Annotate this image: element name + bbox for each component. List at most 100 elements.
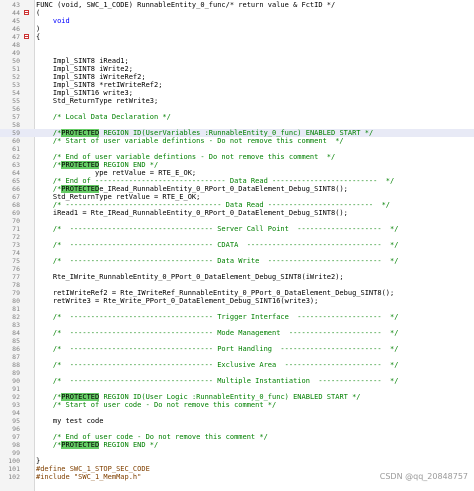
code-line[interactable]: 67 Std_ReturnType retValue = RTE_E_OK; <box>0 193 474 201</box>
line-number: 100 <box>8 457 20 465</box>
code-line[interactable]: 74 <box>0 249 474 257</box>
line-number: 85 <box>12 337 20 345</box>
code-fragment: e_IRead_RunnableEntity_0_RPort_0_DataEle… <box>99 185 348 193</box>
code-line[interactable]: 56 <box>0 105 474 113</box>
line-number: 86 <box>12 345 20 353</box>
code-line[interactable]: 84 /* ----------------------------------… <box>0 329 474 337</box>
fold-toggle-icon[interactable] <box>24 34 29 39</box>
line-number: 76 <box>12 265 20 273</box>
code-line[interactable]: 47 { <box>0 33 474 41</box>
code-line[interactable]: 83 <box>0 321 474 329</box>
code-text: /* End of ------------------------------… <box>36 177 395 185</box>
line-number: 84 <box>12 329 20 337</box>
code-line[interactable]: 50 Impl_SINT8 iRead1; <box>0 57 474 65</box>
code-text: /* Start of user variable defintions - D… <box>36 137 344 145</box>
line-number: 91 <box>12 385 20 393</box>
code-line[interactable]: 58 <box>0 121 474 129</box>
code-line[interactable]: 63 /*PROTECTED REGION END */ <box>0 161 474 169</box>
fold-toggle-icon[interactable] <box>24 10 29 15</box>
line-number: 43 <box>12 1 20 9</box>
line-number: 79 <box>12 289 20 297</box>
code-line[interactable]: 64 ype retValue = RTE_E_OK; <box>0 169 474 177</box>
code-line[interactable]: 61 <box>0 145 474 153</box>
line-number: 83 <box>12 321 20 329</box>
code-line[interactable]: 100} <box>0 457 474 465</box>
code-line[interactable]: 55 Std_ReturnType retWrite3; <box>0 97 474 105</box>
code-line[interactable]: 81 <box>0 305 474 313</box>
code-line[interactable]: 71 /* ----------------------------------… <box>0 225 474 233</box>
line-number: 95 <box>12 417 20 425</box>
line-number: 88 <box>12 361 20 369</box>
line-number: 92 <box>12 393 20 401</box>
code-line[interactable]: 51 Impl_SINT8 iWrite2; <box>0 65 474 73</box>
code-line[interactable]: 59 /*PROTECTED REGION ID(UserVariables :… <box>0 129 474 137</box>
code-line[interactable]: 85 <box>0 337 474 345</box>
code-line[interactable]: 95 my test code <box>0 417 474 425</box>
code-line[interactable]: 99 <box>0 449 474 457</box>
code-line[interactable]: 54 Impl_SINT16 write3; <box>0 89 474 97</box>
comment-text: /* <box>36 129 62 137</box>
code-line[interactable]: 60 /* Start of user variable defintions … <box>0 137 474 145</box>
code-text: retIWriteRef2 = Rte_IWriteRef_RunnableEn… <box>36 289 395 297</box>
code-line[interactable]: 45 void <box>0 17 474 25</box>
code-text: #define SWC_1_STOP_SEC_CODE <box>36 465 150 473</box>
line-number: 82 <box>12 313 20 321</box>
line-number: 72 <box>12 233 20 241</box>
code-line[interactable]: 80 retWrite3 = Rte_Write_PPort_0_DataEle… <box>0 297 474 305</box>
code-line[interactable]: 90 /* ----------------------------------… <box>0 377 474 385</box>
code-line[interactable]: 48 <box>0 41 474 49</box>
line-number: 47 <box>12 33 20 41</box>
code-line[interactable]: 92 /*PROTECTED REGION ID(User Logic :Run… <box>0 393 474 401</box>
line-number: 89 <box>12 369 20 377</box>
code-text: Std_ReturnType retWrite3; <box>36 97 159 105</box>
code-line[interactable]: 72 <box>0 233 474 241</box>
code-text: /* Start of user code - Do not remove th… <box>36 401 277 409</box>
code-line[interactable]: 52 Impl_SINT8 iWriteRef2; <box>0 73 474 81</box>
code-line[interactable]: 53 Impl_SINT8 *retIWriteRef2; <box>0 81 474 89</box>
code-line[interactable]: 49 <box>0 49 474 57</box>
code-line[interactable]: 77 Rte_IWrite_RunnableEntity_0_PPort_0_D… <box>0 273 474 281</box>
code-line[interactable]: 88 /* ----------------------------------… <box>0 361 474 369</box>
code-line[interactable]: 89 <box>0 369 474 377</box>
code-line[interactable]: 75 /* ----------------------------------… <box>0 257 474 265</box>
code-line[interactable]: 69 iRead1 = Rte_IRead_RunnableEntity_0_R… <box>0 209 474 217</box>
code-line[interactable]: 62 /* End of user variable defintions - … <box>0 153 474 161</box>
code-line[interactable]: 91 <box>0 385 474 393</box>
line-number: 44 <box>12 9 20 17</box>
code-line[interactable]: 93 /* Start of user code - Do not remove… <box>0 401 474 409</box>
line-number: 45 <box>12 17 20 25</box>
code-text: /* ---------------------------------- Mo… <box>36 329 399 337</box>
code-line[interactable]: 46) <box>0 25 474 33</box>
code-text: /* ---------------------------------- CD… <box>36 241 399 249</box>
code-editor[interactable]: 43 FUNC (void, SWC_1_CODE) RunnableEntity… <box>0 0 474 491</box>
code-line[interactable]: 73 /* ----------------------------------… <box>0 241 474 249</box>
code-line[interactable]: 76 <box>0 265 474 273</box>
search-highlight: PROTECTED <box>61 393 100 401</box>
code-line[interactable]: 94 <box>0 409 474 417</box>
code-line[interactable]: 87 <box>0 353 474 361</box>
code-line[interactable]: 66 /*PROTECTEDe_IRead_RunnableEntity_0_R… <box>0 185 474 193</box>
code-line[interactable]: 70 <box>0 217 474 225</box>
code-text: { <box>36 33 41 41</box>
code-line[interactable]: 79 retIWriteRef2 = Rte_IWriteRef_Runnabl… <box>0 289 474 297</box>
code-line[interactable]: 57 /* Local Data Declaration */ <box>0 113 474 121</box>
code-line[interactable]: 65 /* End of ---------------------------… <box>0 177 474 185</box>
line-number: 62 <box>12 153 20 161</box>
code-line[interactable]: 44 ( <box>0 9 474 17</box>
line-number: 87 <box>12 353 20 361</box>
code-line[interactable]: 68 /* ----------------------------------… <box>0 201 474 209</box>
code-text: /* ---------------------------------- Po… <box>36 345 399 353</box>
line-number: 56 <box>12 105 20 113</box>
code-text: Impl_SINT8 iWriteRef2; <box>36 73 146 81</box>
code-line[interactable]: 43 FUNC (void, SWC_1_CODE) RunnableEntity… <box>0 1 474 9</box>
code-text: /* ---------------------------------- Se… <box>36 225 399 233</box>
line-number: 51 <box>12 65 20 73</box>
code-line[interactable]: 86 /* ----------------------------------… <box>0 345 474 353</box>
code-line[interactable]: 78 <box>0 281 474 289</box>
code-line[interactable]: 98 /*PROTECTED REGION END */ <box>0 441 474 449</box>
code-line[interactable]: 97 /* End of user code - Do not remove t… <box>0 433 474 441</box>
line-number: 65 <box>12 177 20 185</box>
code-line[interactable]: 82 /* ----------------------------------… <box>0 313 474 321</box>
code-line[interactable]: 96 <box>0 425 474 433</box>
line-number: 77 <box>12 273 20 281</box>
